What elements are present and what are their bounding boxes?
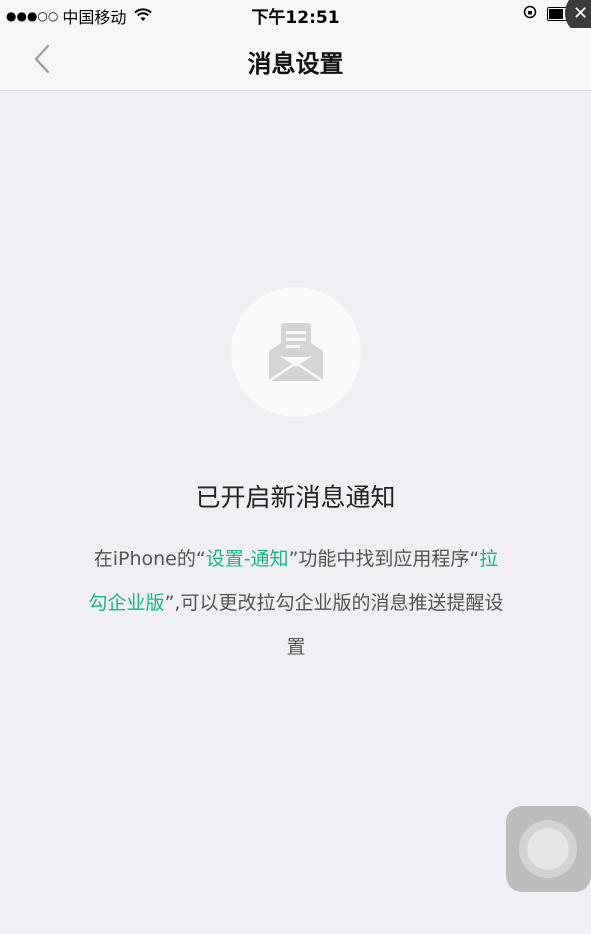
desc-text-1: 在iPhone的“ [93, 548, 206, 570]
assistive-ring-inner [527, 828, 569, 870]
status-time: 下午12:51 [251, 8, 340, 28]
desc-text-3: ”,可以更改拉勾企业版的消息推送提醒设置 [164, 592, 504, 658]
notification-instructions: 在iPhone的“设置-通知”功能中找到应用程序“拉勾企业版”,可以更改拉勾企业… [86, 537, 506, 669]
navigation-bar: 消息设置 [0, 28, 591, 91]
battery-level [549, 9, 563, 19]
assistive-touch-icon[interactable] [506, 806, 591, 892]
rotation-lock-icon [523, 5, 537, 23]
settings-path-highlight: 设置-通知 [205, 548, 289, 570]
status-bar: ●●●○○ 中国移动 下午12:51 ✕ [0, 0, 591, 36]
envelope-message-icon [268, 323, 324, 383]
notification-illustration [231, 287, 361, 417]
page-title: 消息设置 [247, 50, 344, 78]
assistive-ring-outer [519, 820, 577, 878]
desc-text-2: ”功能中找到应用程序“ [288, 548, 480, 570]
notification-status-heading: 已开启新消息通知 [195, 483, 396, 512]
